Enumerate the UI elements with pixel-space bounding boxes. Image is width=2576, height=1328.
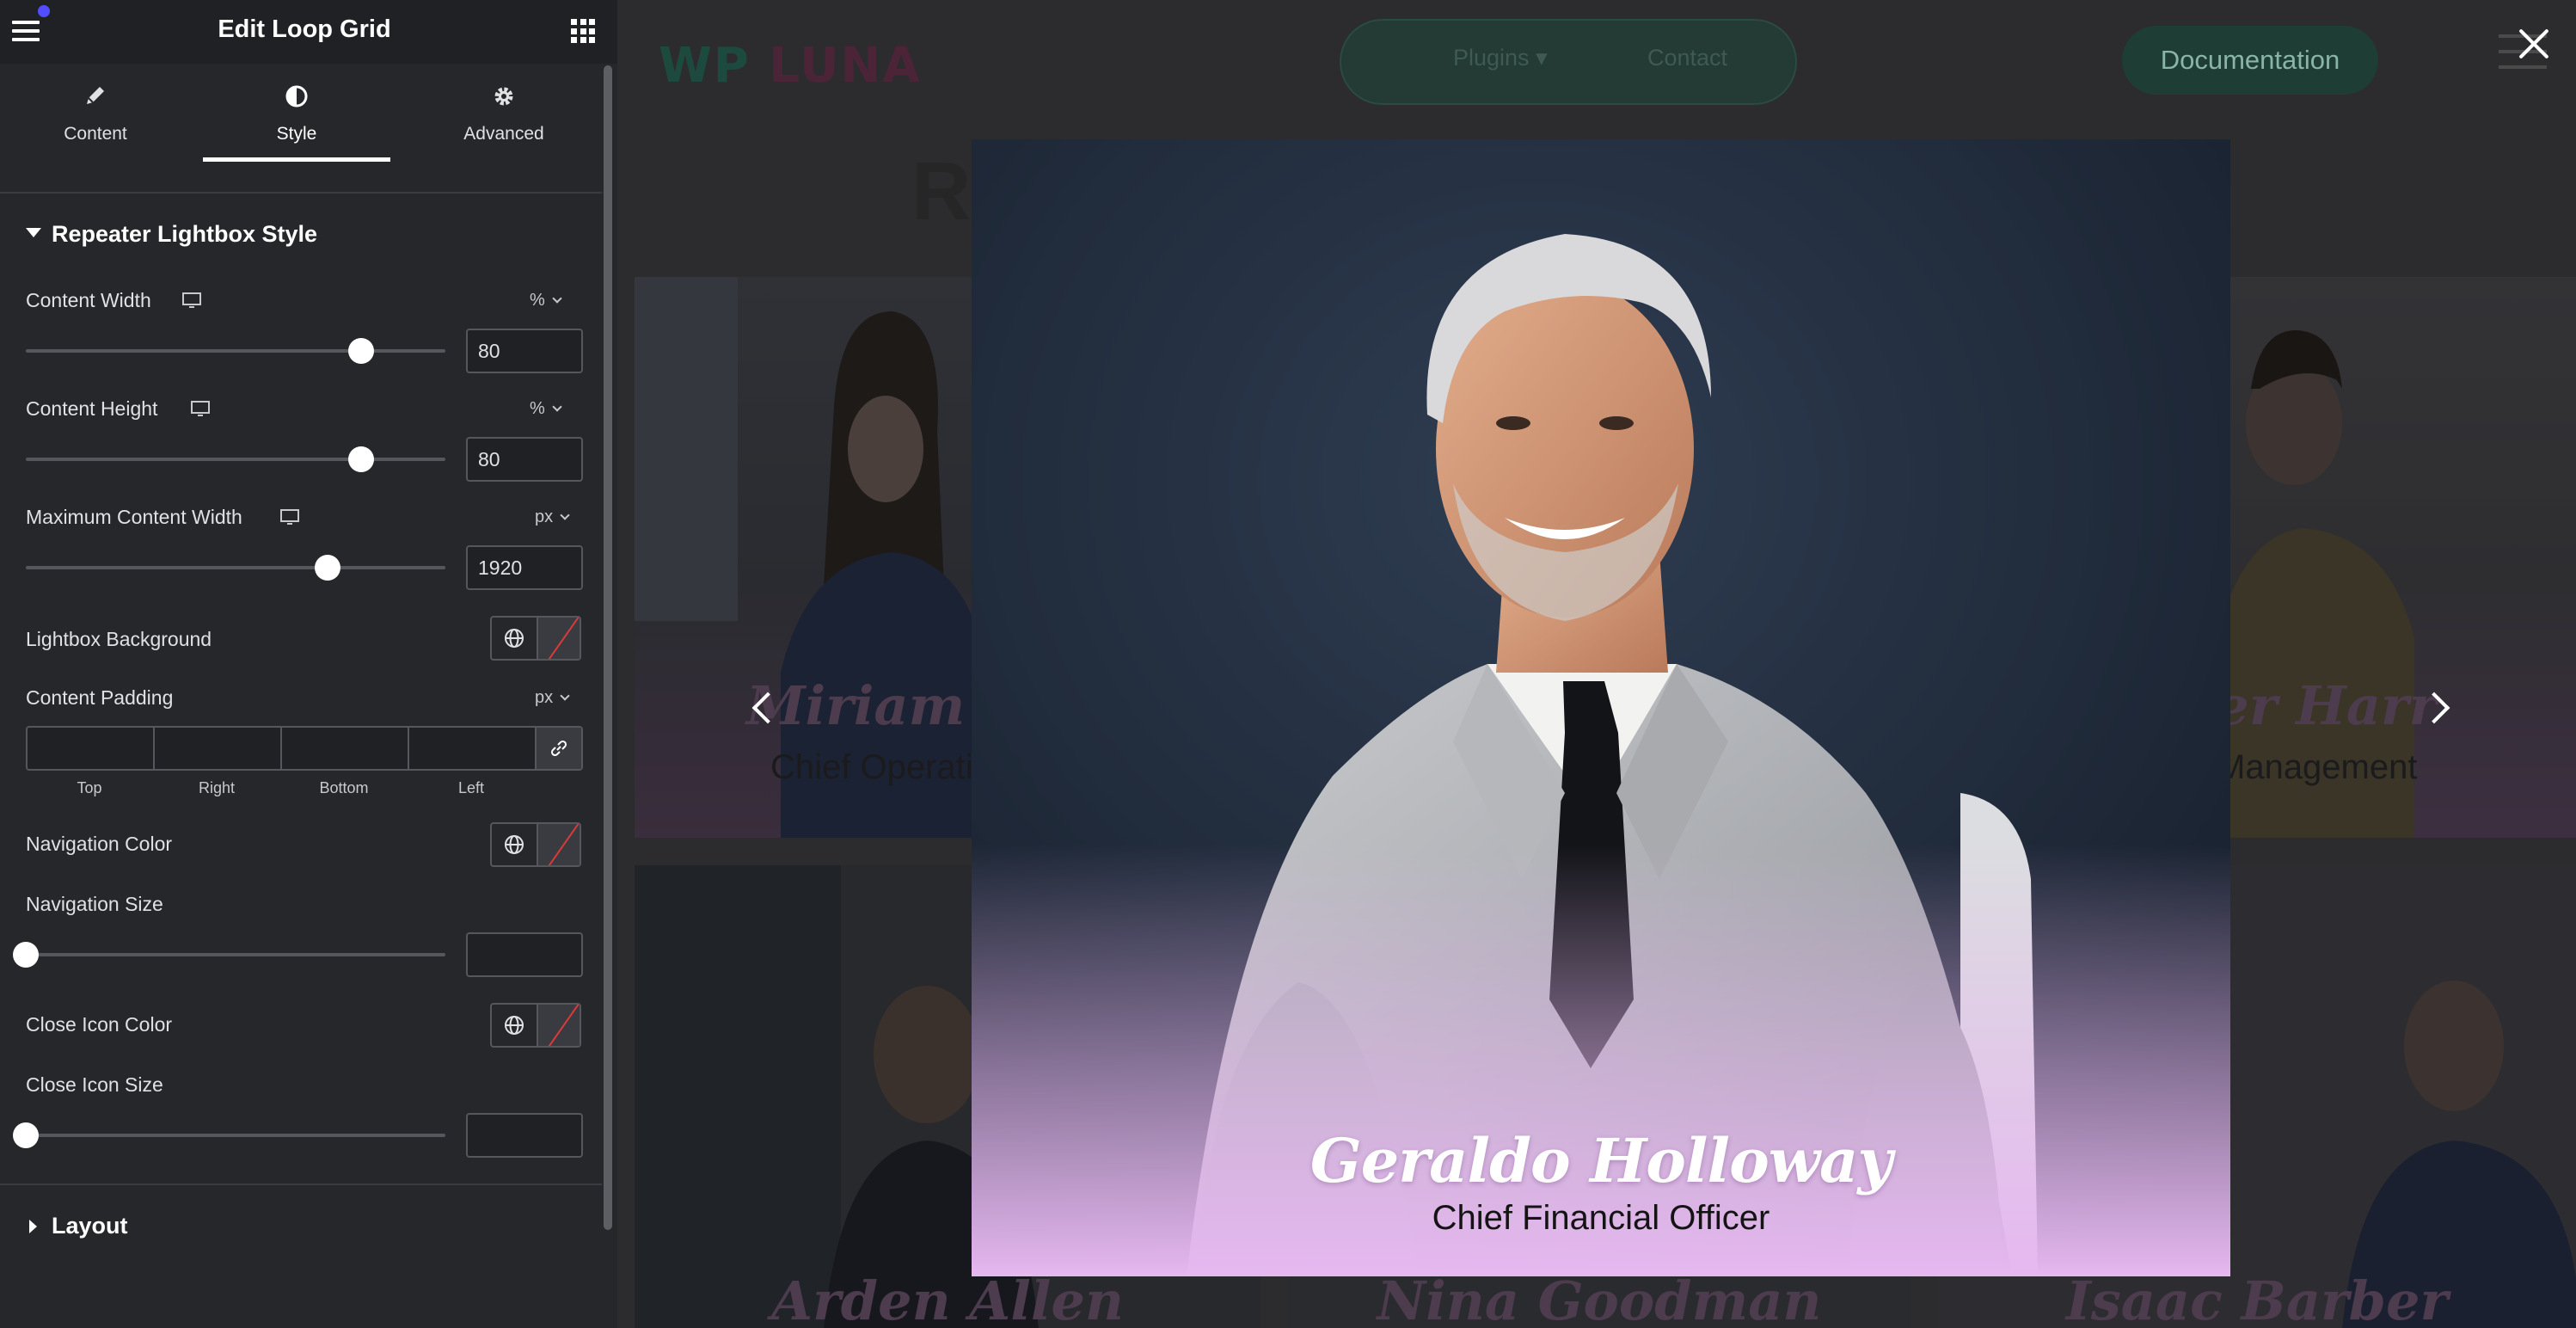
max-content-width-label: Maximum Content Width	[26, 506, 242, 528]
divider	[0, 1184, 602, 1185]
slider-thumb[interactable]	[13, 1122, 39, 1148]
color-swatch[interactable]	[537, 618, 580, 659]
color-swatch[interactable]	[537, 824, 580, 865]
lightbox-name: Geraldo Holloway	[1309, 1125, 1892, 1196]
card-name: Arden Allen	[771, 1270, 1124, 1328]
padding-side-label: Right	[198, 779, 236, 796]
tab-content[interactable]: Content	[33, 77, 158, 162]
divider	[0, 192, 602, 194]
padding-inputs	[26, 726, 583, 771]
nav-item-plugins[interactable]: Plugins ▾	[1453, 45, 1548, 71]
chevron-left-icon[interactable]	[750, 692, 776, 722]
card-role: Management	[2217, 748, 2418, 786]
content-padding-label: Content Padding	[26, 686, 174, 709]
panel-header: Edit Loop Grid	[0, 0, 617, 64]
close-icon-size-label: Close Icon Size	[26, 1073, 163, 1096]
pencil-icon	[87, 87, 104, 104]
logo-part: LUNA	[769, 38, 922, 94]
active-tab-indicator	[203, 157, 390, 162]
globe-icon[interactable]	[492, 1005, 537, 1046]
unit-select[interactable]: %	[530, 399, 562, 419]
unit-value: px	[535, 507, 554, 526]
content-width-slider[interactable]	[26, 338, 445, 364]
navigation-size-slider[interactable]	[13, 942, 445, 968]
padding-side-label: Bottom	[319, 779, 369, 796]
lightbox-role: Chief Financial Officer	[1432, 1199, 1770, 1237]
padding-right-input[interactable]	[155, 728, 282, 769]
card-name: Miriam Pe	[746, 674, 987, 737]
close-icon-size-input[interactable]	[466, 1113, 583, 1158]
unit-value: %	[530, 399, 545, 418]
tab-style[interactable]: Style	[203, 77, 390, 162]
team-card[interactable]: Miriam Pe Chief Operati	[635, 277, 987, 838]
logo-part: WP	[659, 38, 751, 94]
panel-title: Edit Loop Grid	[218, 15, 391, 43]
max-content-width-slider[interactable]	[26, 555, 445, 581]
gear-icon	[494, 87, 513, 106]
navigation-color-picker[interactable]	[490, 822, 581, 867]
padding-bottom-input[interactable]	[282, 728, 409, 769]
close-icon[interactable]	[2518, 28, 2550, 60]
team-card[interactable]: nder Harr Management	[2217, 277, 2576, 838]
chevron-right-icon[interactable]	[2423, 692, 2449, 722]
lightbox-content: Geraldo Holloway Chief Financial Officer	[972, 139, 2230, 1276]
card-name: Isaac Barber	[2065, 1270, 2449, 1328]
unit-select[interactable]: px	[535, 688, 570, 708]
tab-label: Style	[276, 124, 317, 144]
lightbox-background-color-picker[interactable]	[490, 616, 581, 661]
caret-right-icon	[29, 1220, 37, 1233]
contrast-icon	[285, 85, 308, 108]
close-icon-color-label: Close Icon Color	[26, 1013, 173, 1036]
site-logo[interactable]: WP LUNA	[659, 38, 922, 94]
monitor-icon[interactable]	[280, 509, 299, 526]
content-width-label: Content Width	[26, 289, 151, 311]
content-height-label: Content Height	[26, 397, 158, 420]
widgets-grid-icon[interactable]	[571, 19, 595, 43]
card-role: Chief Operati	[770, 748, 973, 786]
unit-value: %	[530, 291, 545, 310]
documentation-button[interactable]: Documentation	[2122, 26, 2378, 95]
lightbox-background-label: Lightbox Background	[26, 628, 212, 650]
padding-side-label: Top	[77, 779, 102, 796]
navigation-size-input[interactable]	[466, 932, 583, 977]
padding-top-input[interactable]	[28, 728, 155, 769]
nav-item-contact[interactable]: Contact	[1647, 45, 1727, 71]
unit-select[interactable]: %	[530, 291, 562, 310]
navigation-color-label: Navigation Color	[26, 833, 173, 855]
site-nav	[1340, 19, 1797, 105]
padding-side-label: Left	[457, 779, 485, 796]
slider-thumb[interactable]	[315, 555, 341, 581]
link-icon[interactable]	[537, 728, 581, 769]
unit-value: px	[535, 688, 554, 707]
tab-label: Content	[64, 124, 127, 144]
unit-select[interactable]: px	[535, 507, 570, 527]
close-icon-color-picker[interactable]	[490, 1003, 581, 1048]
slider-thumb[interactable]	[348, 338, 375, 364]
content-height-input[interactable]: 80	[466, 437, 583, 482]
content-height-slider[interactable]	[26, 446, 445, 472]
max-content-width-input[interactable]: 1920	[466, 545, 583, 590]
slider-thumb[interactable]	[348, 446, 375, 472]
tab-label: Advanced	[463, 124, 544, 144]
globe-icon[interactable]	[492, 824, 537, 865]
monitor-icon[interactable]	[191, 401, 210, 418]
navigation-size-label: Navigation Size	[26, 893, 163, 915]
card-name: nder Harr	[2217, 674, 2438, 737]
content-width-input[interactable]: 80	[466, 329, 583, 373]
padding-left-input[interactable]	[409, 728, 537, 769]
color-swatch[interactable]	[537, 1005, 580, 1046]
lightbox-photo	[972, 139, 2230, 1276]
section-title: Layout	[52, 1213, 128, 1239]
editor-panel: Edit Loop Grid Content Style Advanced Re…	[0, 0, 617, 1328]
nav-item-label: Plugins	[1453, 45, 1530, 71]
slider-thumb[interactable]	[13, 942, 39, 968]
tab-advanced[interactable]: Advanced	[442, 77, 566, 162]
close-icon-size-slider[interactable]	[13, 1122, 445, 1148]
card-name: Nina Goodman	[1377, 1270, 1822, 1328]
globe-icon[interactable]	[492, 618, 537, 659]
caret-down-icon	[26, 228, 41, 237]
section-title: Repeater Lightbox Style	[52, 221, 318, 247]
monitor-icon[interactable]	[182, 292, 201, 310]
panel-scrollbar[interactable]	[604, 65, 612, 1230]
